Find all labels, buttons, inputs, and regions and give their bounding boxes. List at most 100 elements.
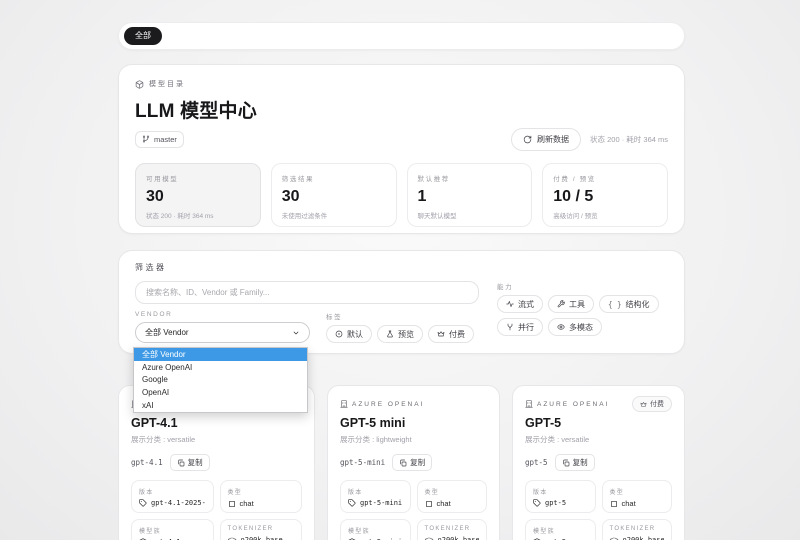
field-family: 模型族 gpt-5-mini: [340, 519, 411, 540]
top-filter-bar: 全部: [118, 22, 685, 50]
tag-chip-paid[interactable]: 付费: [428, 325, 474, 343]
search-input[interactable]: [135, 281, 479, 304]
vendor-row: AZURE OPENAI: [340, 397, 487, 411]
model-code-row: gpt-5 复制: [525, 454, 672, 471]
vendor-select[interactable]: 全部 Vendor: [135, 322, 310, 343]
wrench-icon: [557, 300, 565, 308]
vendor-name: AZURE OPENAI: [525, 400, 609, 408]
stat-sub: 未使用过滤条件: [282, 210, 386, 220]
split-icon: [506, 323, 514, 331]
vendor-option-xai[interactable]: xAI: [134, 399, 307, 412]
stat-card-filtered: 筛选结果 30 未使用过滤条件: [271, 163, 397, 227]
paid-badge: 付费: [632, 396, 672, 412]
field-label: 版本: [348, 487, 403, 496]
stat-label: 默认推荐: [418, 173, 522, 183]
field-label: 类型: [610, 487, 665, 496]
tag-icon: [533, 499, 541, 507]
copy-button[interactable]: 复制: [555, 454, 595, 471]
copy-label: 复制: [188, 457, 203, 468]
model-category: 展示分类 : versatile: [131, 434, 302, 445]
vendor-option-all[interactable]: 全部 Vendor: [134, 348, 307, 361]
vendor-group: VENDOR 全部 Vendor: [135, 311, 310, 343]
copy-icon: [562, 459, 570, 467]
copy-icon: [399, 459, 407, 467]
capability-chip-structured[interactable]: { } 结构化: [599, 295, 659, 313]
field-value: chat: [240, 499, 254, 508]
capability-chip-parallel[interactable]: 并行: [497, 318, 543, 336]
stat-label: 筛选结果: [282, 173, 386, 183]
capability-chip-stream[interactable]: 流式: [497, 295, 543, 313]
git-branch-icon: [142, 135, 150, 143]
content-column: 全部 模型目录 LLM 模型中心 master 刷新数据 状态 200 · 耗时…: [118, 0, 685, 540]
refresh-button[interactable]: 刷新数据: [511, 128, 581, 151]
stat-value: 10 / 5: [553, 188, 657, 206]
field-value: chat: [437, 499, 451, 508]
tags-label: 标签: [326, 311, 474, 321]
status-text: 状态 200 · 耗时 364 ms: [590, 134, 668, 145]
field-value: chat: [622, 499, 636, 508]
field-label: 类型: [425, 487, 480, 496]
filter-body: VENDOR 全部 Vendor 标签 默认: [135, 281, 668, 343]
stats-row: 可用模型 30 状态 200 · 耗时 364 ms 筛选结果 30 未使用过滤…: [135, 163, 668, 227]
field-label: 类型: [228, 487, 295, 496]
catalog-eyebrow-label: 模型目录: [149, 79, 185, 89]
model-card-gpt-5-mini: AZURE OPENAI GPT-5 mini 展示分类 : lightweig…: [327, 385, 500, 540]
capabilities-label: 能力: [497, 281, 668, 291]
model-fields: 版本 gpt-4.1-2025-... 类型 chat 模型族 gpt-4.1 …: [131, 480, 302, 540]
all-filter-pill[interactable]: 全部: [124, 27, 162, 45]
paid-badge-label: 付费: [650, 399, 664, 409]
model-id: gpt-5: [525, 458, 548, 467]
field-family: 模型族 gpt-4.1: [131, 519, 214, 540]
activity-icon: [506, 300, 514, 308]
vendor-option-azure-openai[interactable]: Azure OpenAI: [134, 361, 307, 374]
refresh-icon: [523, 135, 532, 144]
capability-chip-label: 流式: [518, 299, 534, 310]
stat-sub: 高级访问 / 预览: [553, 210, 657, 220]
copy-icon: [177, 459, 185, 467]
field-tokenizer: TOKENIZER <>o200k_base: [602, 519, 673, 540]
tags-group: 标签 默认 预览 付费: [326, 311, 474, 343]
vendor-dropdown-menu: 全部 Vendor Azure OpenAI Google OpenAI xAI: [133, 347, 308, 413]
model-fields: 版本 gpt-5 类型 chat 模型族 gpt-5 TOKENIZER <>o…: [525, 480, 672, 540]
code-brackets-icon: <>: [228, 535, 237, 540]
stat-value: 30: [282, 188, 386, 206]
vendor-select-value: 全部 Vendor: [145, 327, 189, 338]
copy-button[interactable]: 复制: [170, 454, 210, 471]
field-label: 模型族: [348, 526, 403, 535]
stat-card-available: 可用模型 30 状态 200 · 耗时 364 ms: [135, 163, 261, 227]
model-category: 展示分类 : lightweight: [340, 434, 487, 445]
field-type: 类型 chat: [602, 480, 673, 513]
field-version: 版本 gpt-5: [525, 480, 596, 513]
header-card: 模型目录 LLM 模型中心 master 刷新数据 状态 200 · 耗时 36…: [118, 64, 685, 234]
crown-icon: [437, 330, 445, 338]
tag-chip-label: 预览: [398, 329, 414, 340]
page-title: LLM 模型中心: [135, 96, 668, 123]
capability-chip-multimodal[interactable]: 多模态: [548, 318, 602, 336]
field-version: 版本 gpt-5-mini: [340, 480, 411, 513]
stat-sub: 聊天默认模型: [418, 210, 522, 220]
catalog-eyebrow: 模型目录: [135, 79, 668, 89]
branch-badge: master: [135, 131, 184, 148]
stat-card-default: 默认推荐 1 聊天默认模型: [407, 163, 533, 227]
filter-left: VENDOR 全部 Vendor 标签 默认: [135, 281, 479, 343]
model-code-row: gpt-5-mini 复制: [340, 454, 487, 471]
tag-chip-default[interactable]: 默认: [326, 325, 372, 343]
tag-chip-preview[interactable]: 预览: [377, 325, 423, 343]
tag-chip-label: 付费: [449, 329, 465, 340]
copy-button[interactable]: 复制: [392, 454, 432, 471]
capability-chips: 流式 工具 { } 结构化 并行: [497, 295, 668, 336]
code-brackets-icon: <>: [425, 535, 434, 540]
model-name: GPT-5 mini: [340, 416, 487, 430]
model-fields: 版本 gpt-5-mini 类型 chat 模型族 gpt-5-mini TOK…: [340, 480, 487, 540]
tag-icon: [348, 499, 356, 507]
braces-icon: { }: [608, 300, 622, 309]
capability-chip-tools[interactable]: 工具: [548, 295, 594, 313]
field-label: TOKENIZER: [228, 526, 295, 532]
vendor-option-google[interactable]: Google: [134, 374, 307, 387]
vendor-option-openai[interactable]: OpenAI: [134, 386, 307, 399]
field-value: o200k_base: [623, 536, 664, 540]
stat-value: 1: [418, 188, 522, 206]
building-icon: [525, 400, 533, 408]
capability-chip-label: 并行: [518, 322, 534, 333]
circle-dot-icon: [335, 330, 343, 338]
